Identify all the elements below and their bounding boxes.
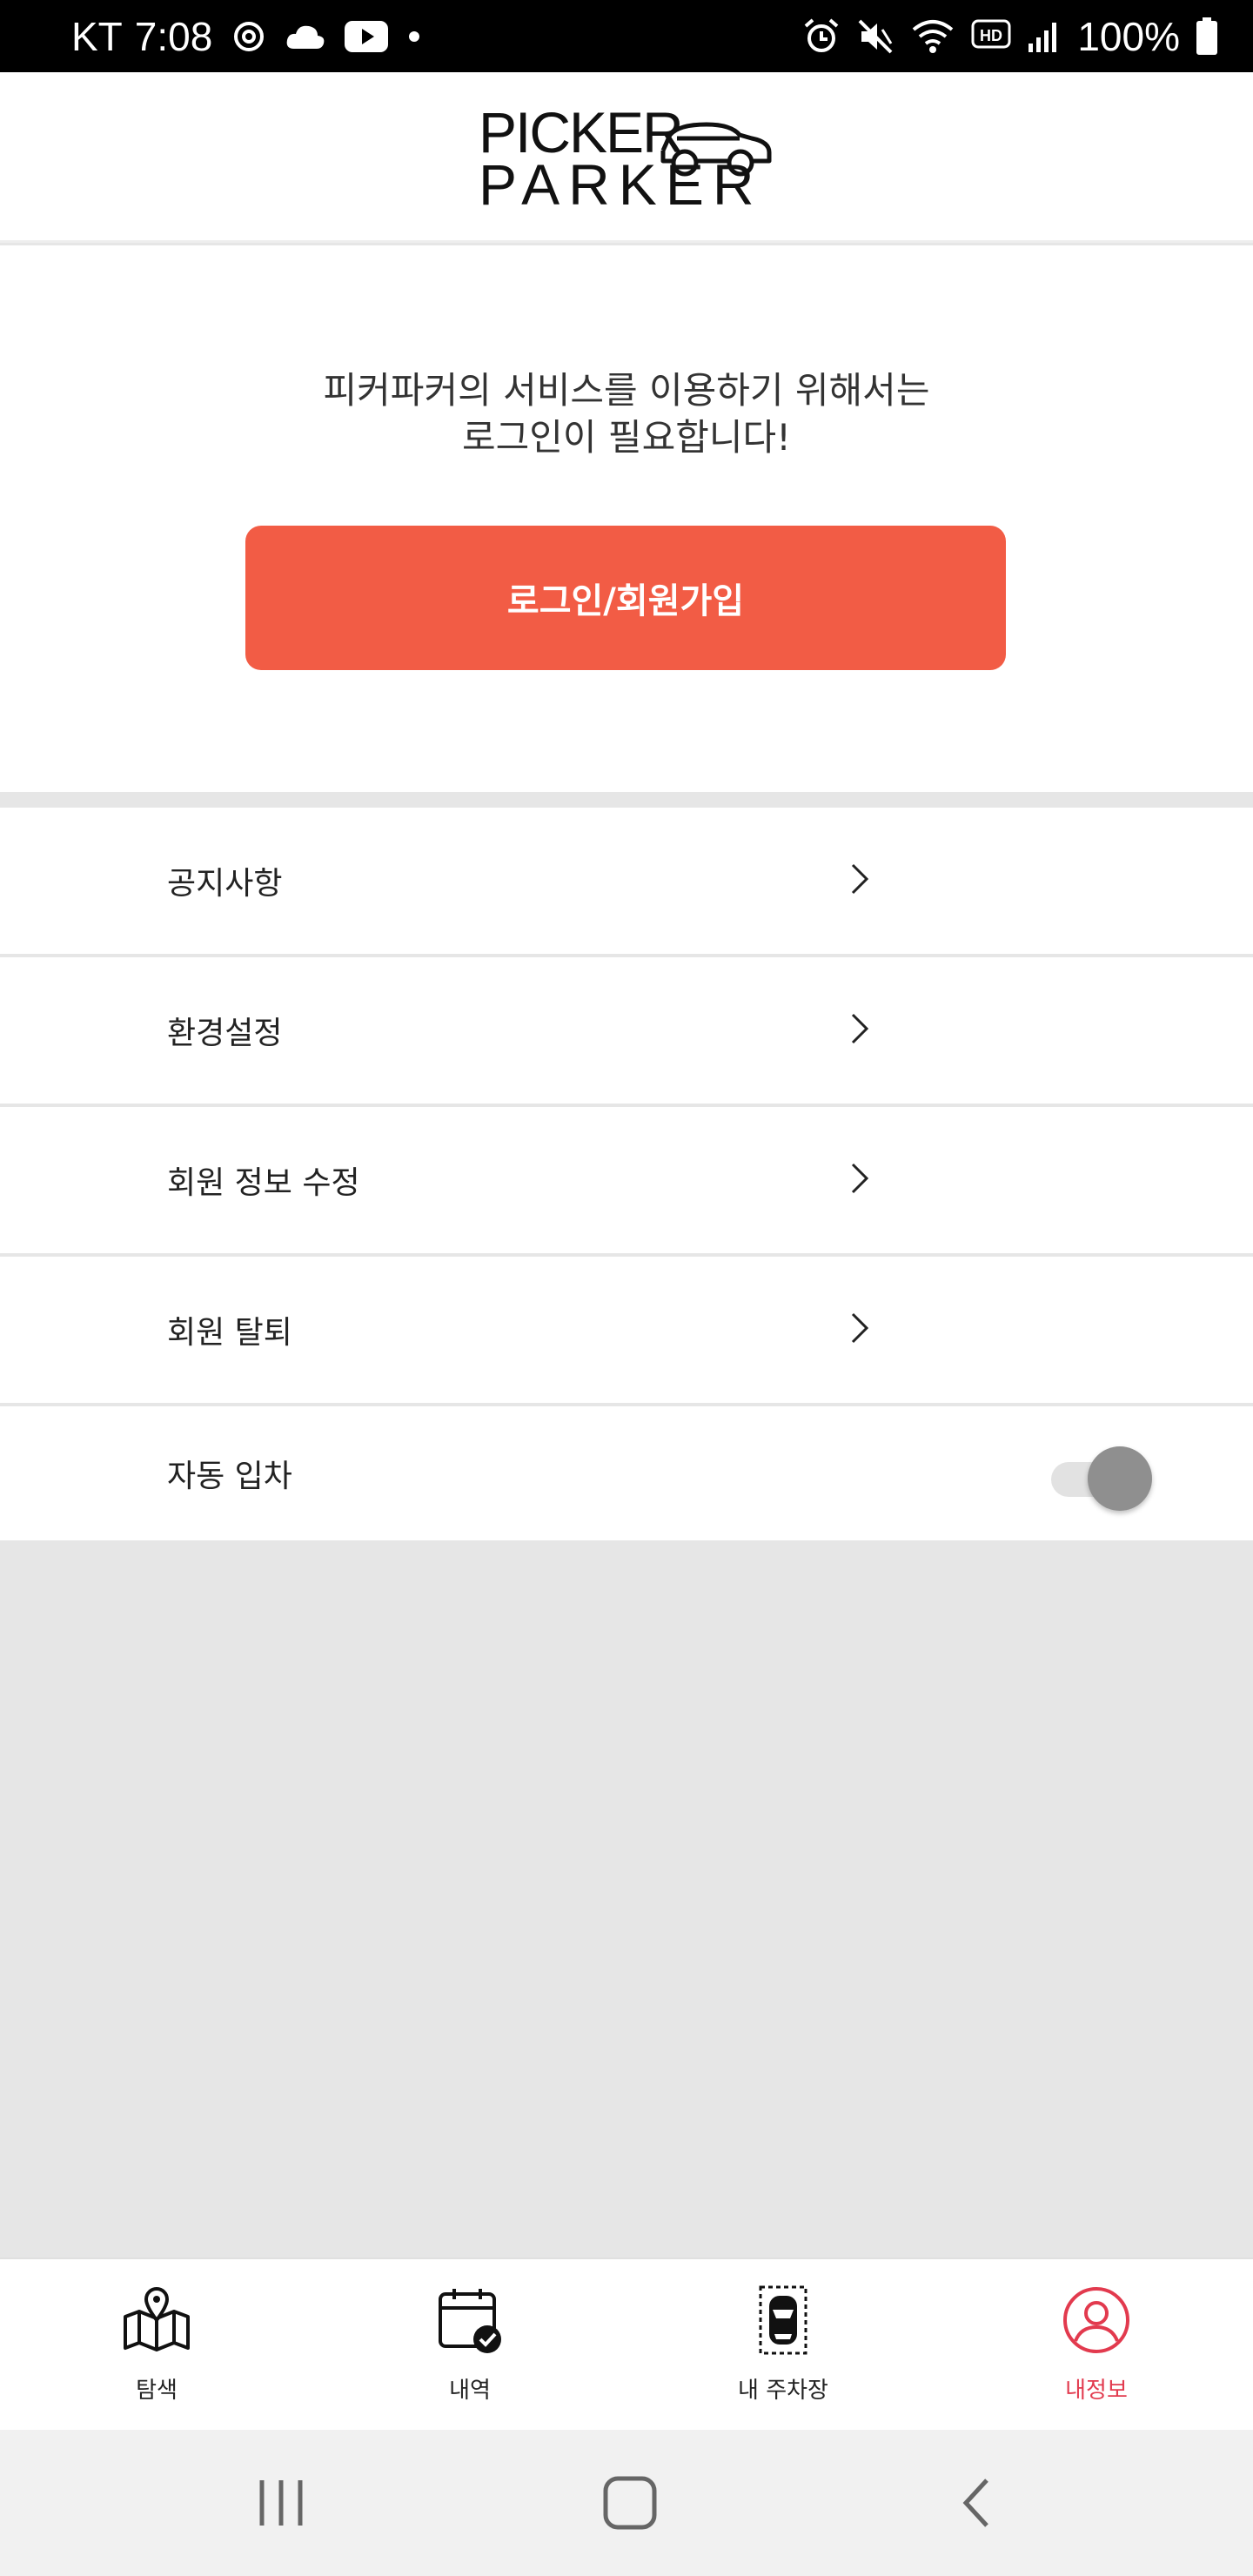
tab-history[interactable]: 내역 xyxy=(313,2259,626,2432)
app-header: PICKER PARKER xyxy=(0,72,1253,243)
status-bar: KT 7:08 HD 100% xyxy=(0,0,1253,72)
chevron-right-icon xyxy=(851,1013,869,1044)
tab-explore[interactable]: 탐색 xyxy=(0,2259,313,2432)
menu-item-edit-profile[interactable]: 회원 정보 수정 xyxy=(0,1107,1253,1253)
sync-icon xyxy=(231,19,266,54)
status-bar-left: KT 7:08 xyxy=(71,13,421,60)
tab-label: 내정보 xyxy=(1065,2378,1128,2404)
clock: 7:08 xyxy=(134,13,213,59)
chevron-right-icon xyxy=(851,863,869,895)
menu-item-label: 환경설정 xyxy=(167,1016,283,1051)
recent-apps-icon[interactable] xyxy=(246,2468,316,2538)
youtube-icon xyxy=(345,20,389,52)
cloud-icon xyxy=(285,23,325,50)
menu-item-auto-entry: 자동 입차 xyxy=(0,1406,1253,1540)
menu-item-notice[interactable]: 공지사항 xyxy=(0,808,1253,954)
auto-entry-toggle[interactable] xyxy=(1051,1446,1152,1511)
carrier-label: KT xyxy=(71,13,123,59)
menu-item-label: 공지사항 xyxy=(167,866,283,902)
menu-item-label: 회원 정보 수정 xyxy=(167,1165,360,1201)
tab-my-info[interactable]: 내정보 xyxy=(940,2259,1253,2432)
home-icon[interactable] xyxy=(595,2468,665,2538)
chevron-right-icon xyxy=(851,1163,869,1194)
system-nav-bar xyxy=(0,2430,1253,2576)
parking-car-icon xyxy=(759,2285,807,2355)
toggle-knob xyxy=(1088,1446,1152,1511)
menu-item-settings[interactable]: 환경설정 xyxy=(0,957,1253,1104)
dot-icon xyxy=(407,30,421,44)
tab-label: 탐색 xyxy=(136,2378,178,2404)
alarm-icon xyxy=(802,17,841,56)
back-icon[interactable] xyxy=(945,2468,1015,2538)
auto-entry-label: 자동 입차 xyxy=(167,1459,292,1494)
tab-label: 내 주차장 xyxy=(738,2378,828,2404)
login-signup-button[interactable]: 로그인/회원가입 xyxy=(245,526,1006,670)
tab-my-parking[interactable]: 내 주차장 xyxy=(626,2259,940,2432)
menu-item-label: 회원 탈퇴 xyxy=(167,1315,292,1351)
hd-icon: HD xyxy=(971,19,1011,54)
login-message: 피커파커의 서비스를 이용하기 위해서는 로그인이 필요합니다! xyxy=(0,367,1253,461)
calendar-check-icon xyxy=(439,2289,501,2353)
status-bar-right: HD 100% xyxy=(802,13,1218,60)
user-icon xyxy=(1063,2287,1129,2353)
chevron-right-icon xyxy=(851,1312,869,1344)
tab-label: 내역 xyxy=(449,2378,491,2404)
login-card: 피커파커의 서비스를 이용하기 위해서는 로그인이 필요합니다! 로그인/회원가… xyxy=(0,245,1253,792)
mute-icon xyxy=(856,17,895,56)
login-message-line1: 피커파커의 서비스를 이용하기 위해서는 xyxy=(323,369,930,412)
wifi-icon xyxy=(910,17,955,56)
picker-parker-logo: PICKER PARKER xyxy=(479,100,772,213)
menu-item-withdraw[interactable]: 회원 탈퇴 xyxy=(0,1257,1253,1403)
signal-icon xyxy=(1027,19,1062,54)
battery-percent: 100% xyxy=(1077,13,1180,59)
settings-menu: 공지사항 환경설정 회원 정보 수정 회원 탈퇴 자동 입차 xyxy=(0,808,1253,1540)
login-message-line2: 로그인이 필요합니다! xyxy=(462,416,791,459)
bottom-nav: 탐색 내역 내 주차장 내정보 xyxy=(0,2257,1253,2430)
map-pin-icon xyxy=(124,2287,190,2351)
svg-text:HD: HD xyxy=(980,27,1002,44)
battery-icon xyxy=(1196,17,1218,56)
